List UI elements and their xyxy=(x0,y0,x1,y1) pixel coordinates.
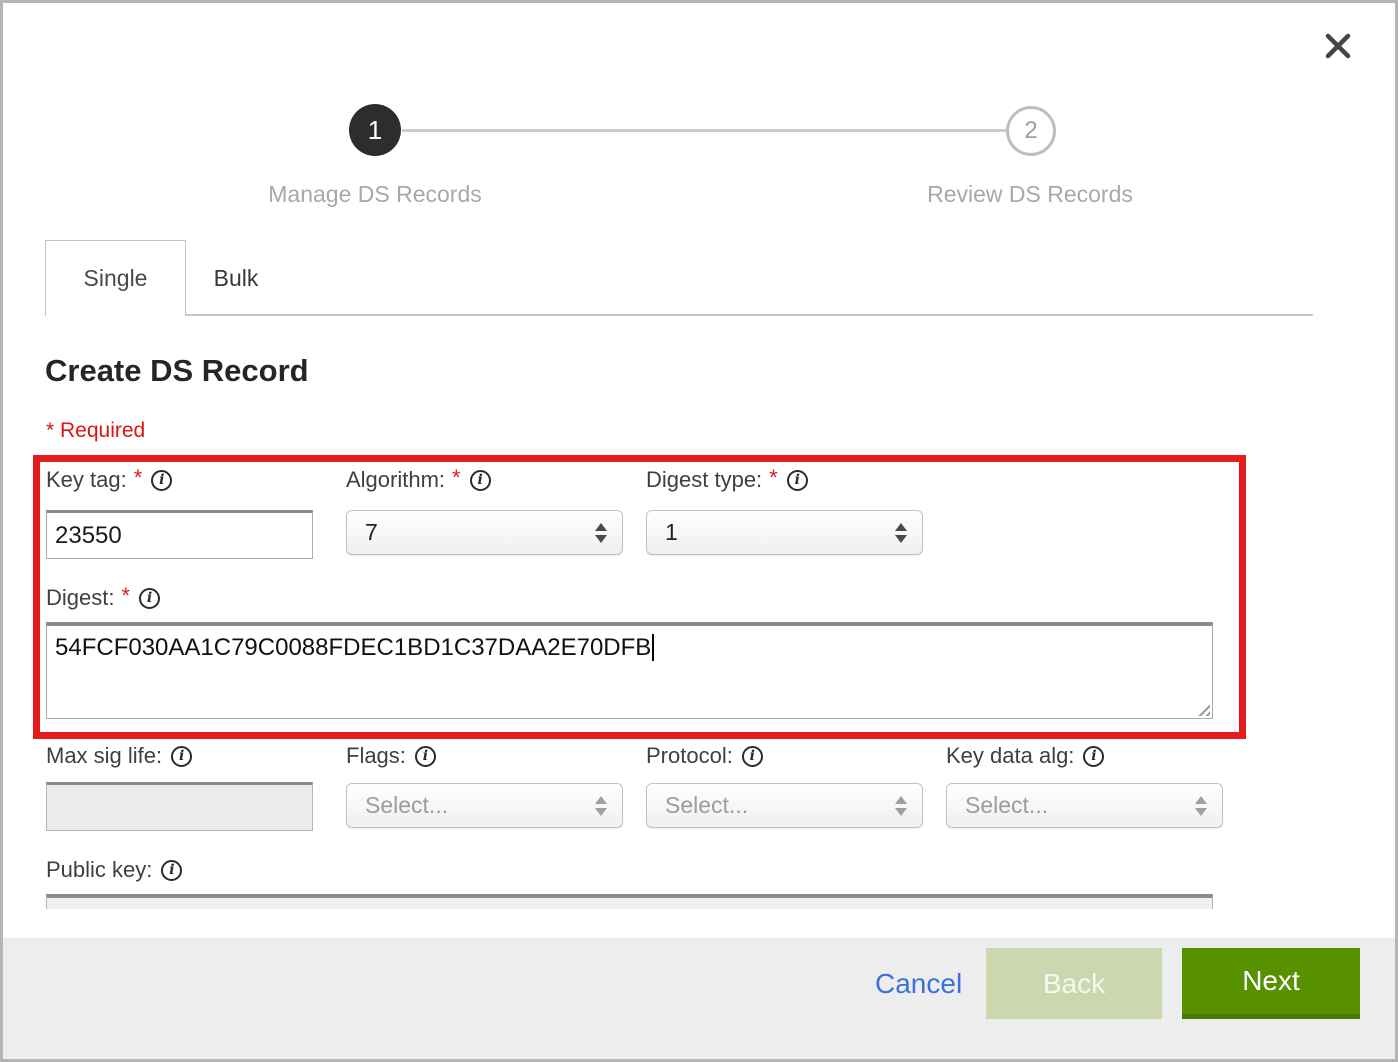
required-note: * Required xyxy=(46,419,145,443)
required-asterisk: * xyxy=(769,465,778,491)
protocol-select[interactable]: Select... xyxy=(646,783,923,828)
protocol-label: Protocol: i xyxy=(646,743,763,769)
select-arrows-icon xyxy=(895,796,907,816)
info-icon[interactable]: i xyxy=(151,470,172,491)
info-icon[interactable]: i xyxy=(139,588,160,609)
digest-label: Digest: * i xyxy=(46,585,160,611)
flags-select[interactable]: Select... xyxy=(346,783,623,828)
required-asterisk: * xyxy=(452,465,461,491)
public-key-label: Public key: i xyxy=(46,857,182,883)
info-icon[interactable]: i xyxy=(470,470,491,491)
digest-type-label: Digest type: * i xyxy=(646,467,808,493)
max-sig-life-label: Max sig life: i xyxy=(46,743,192,769)
key-data-alg-label: Key data alg: i xyxy=(946,743,1104,769)
flags-label: Flags: i xyxy=(346,743,436,769)
step-1-circle: 1 xyxy=(349,104,401,156)
key-tag-label: Key tag: * i xyxy=(46,467,172,493)
text-cursor xyxy=(652,634,654,661)
page-title: Create DS Record xyxy=(45,353,309,389)
digest-type-select[interactable]: 1 xyxy=(646,510,923,555)
key-tag-input[interactable] xyxy=(46,510,313,559)
algorithm-select[interactable]: 7 xyxy=(346,510,623,555)
algorithm-label: Algorithm: * i xyxy=(346,467,491,493)
digest-textarea[interactable]: 54FCF030AA1C79C0088FDEC1BD1C37DAA2E70DFB xyxy=(46,622,1213,719)
info-icon[interactable]: i xyxy=(742,746,763,767)
select-arrows-icon xyxy=(1195,796,1207,816)
info-icon[interactable]: i xyxy=(1083,746,1104,767)
step-2-label: Review DS Records xyxy=(870,181,1190,208)
step-2-circle: 2 xyxy=(1006,106,1056,156)
stepper-connector xyxy=(402,129,1006,132)
info-icon[interactable]: i xyxy=(415,746,436,767)
tab-bottom-border xyxy=(45,314,1313,316)
cancel-button[interactable]: Cancel xyxy=(875,968,962,1000)
tab-single[interactable]: Single xyxy=(45,240,186,316)
select-arrows-icon xyxy=(595,523,607,543)
next-button[interactable]: Next xyxy=(1182,948,1360,1019)
step-1-label: Manage DS Records xyxy=(215,181,535,208)
info-icon[interactable]: i xyxy=(161,860,182,881)
close-icon xyxy=(1323,31,1353,61)
back-button[interactable]: Back xyxy=(986,948,1162,1019)
tab-bulk[interactable]: Bulk xyxy=(186,242,286,314)
required-asterisk: * xyxy=(134,465,143,491)
info-icon[interactable]: i xyxy=(171,746,192,767)
required-asterisk: * xyxy=(121,583,130,609)
resize-grip-icon[interactable] xyxy=(1195,701,1210,716)
select-arrows-icon xyxy=(895,523,907,543)
public-key-textarea xyxy=(46,894,1213,909)
select-arrows-icon xyxy=(595,796,607,816)
max-sig-life-input xyxy=(46,782,313,831)
close-button[interactable] xyxy=(1323,31,1353,61)
info-icon[interactable]: i xyxy=(787,470,808,491)
key-data-alg-select[interactable]: Select... xyxy=(946,783,1223,828)
create-ds-record-modal: 1 2 Manage DS Records Review DS Records … xyxy=(0,0,1398,1062)
modal-footer: Cancel Back Next xyxy=(3,938,1395,1059)
